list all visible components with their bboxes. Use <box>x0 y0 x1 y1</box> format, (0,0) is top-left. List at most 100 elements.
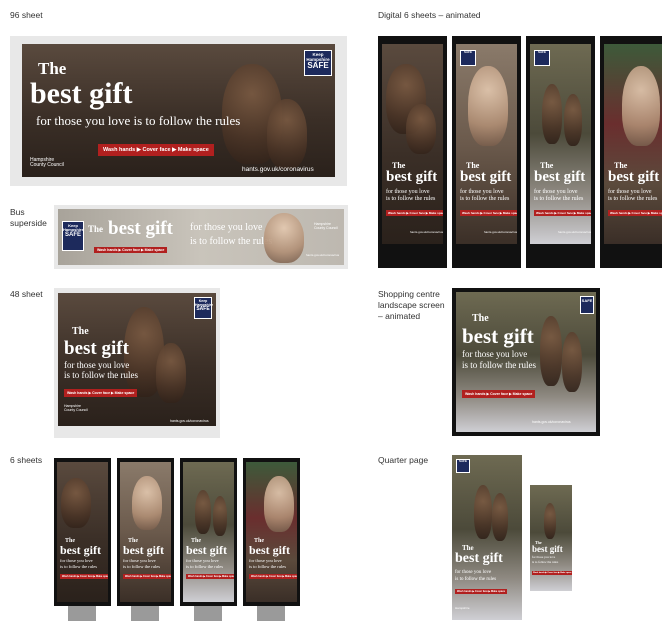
ad-subline-1: for those you love <box>460 189 504 195</box>
ad-subline-2: is to follow the rules <box>249 564 286 569</box>
child-figure <box>195 490 211 534</box>
ad-url: hants.gov.uk/coronavirus <box>532 420 571 424</box>
stand <box>194 606 222 621</box>
child-figure <box>156 343 186 403</box>
ad-subline-1: for those you love <box>186 558 219 563</box>
keep-hampshire-safe-logo: SAFE <box>456 459 470 473</box>
ad-subline-2: is to follow the rules <box>608 196 658 202</box>
stand <box>68 606 96 621</box>
child-figure <box>492 493 508 541</box>
96-sheet-frame: The best gift for those you love is to f… <box>10 36 347 186</box>
ad-headline-the: The <box>472 313 489 324</box>
ad-headline-best-gift: best gift <box>123 543 164 557</box>
ad-headline-the: The <box>88 224 104 234</box>
keep-hampshire-safe-logo: Keep Hampshire SAFE <box>62 221 84 251</box>
ad-subline-2: is to follow the rules <box>532 560 559 564</box>
child-figure <box>540 316 562 386</box>
digital-screen-2: SAFE The best gift for those you love is… <box>452 36 521 268</box>
ad-headline-best-gift: best gift <box>455 551 503 566</box>
quarter-page-large: SAFE The best gift for those you love is… <box>452 455 522 620</box>
ad-headline-best-gift: best gift <box>60 543 101 557</box>
digital-screen-1: The best gift for those you love is to f… <box>378 36 447 268</box>
keep-hampshire-safe-logo: Keep Hampshire SAFE <box>194 297 213 319</box>
ad-headline-the: The <box>38 59 67 78</box>
child-figure <box>267 99 307 169</box>
ad-headline-best-gift: best gift <box>460 169 512 185</box>
logo-safe: SAFE <box>463 50 472 54</box>
digital-ad-2: SAFE The best gift for those you love is… <box>456 44 517 244</box>
shopping-centre-ad: The best gift for those you love is to f… <box>456 292 596 432</box>
ad-url: hants.gov.uk/coronavirus <box>242 166 314 173</box>
ad-headline-the: The <box>72 326 89 337</box>
grandparent-figure <box>468 66 508 146</box>
logo-safe: SAFE <box>581 298 593 303</box>
6-sheet-ad-3: The best gift for those you love is to f… <box>183 462 234 602</box>
ad-subline-1: for those you love <box>123 558 156 563</box>
rules-bar: Wash hands ▶ Cover face ▶ Make space <box>249 574 297 579</box>
ad-subline-1: for those you love <box>608 189 652 195</box>
keep-hampshire-safe-logo: Keep Hampshire SAFE <box>304 50 332 76</box>
ad-subline-2: is to follow the rules <box>123 564 160 569</box>
bus-superside-ad: Keep Hampshire SAFE The best gift for th… <box>58 209 344 265</box>
ad-url: hants.gov.uk/coronavirus <box>484 230 517 234</box>
ad-subline-2: is to follow the rules <box>455 577 497 582</box>
rules-bar: Wash hands ▶ Cover face ▶ Make space <box>64 389 138 397</box>
ad-subline-1: for those you love <box>190 222 263 233</box>
rules-bar: Wash hands ▶ Cover face ▶ Make space <box>532 571 572 575</box>
digital-screen-4: The best gift for those you love is to f… <box>600 36 662 268</box>
48-sheet-ad: The best gift for those you love is to f… <box>58 293 216 426</box>
label-bus-superside: superside <box>10 218 47 228</box>
rules-bar: Wash hands ▶ Cover face ▶ Make space <box>123 574 171 579</box>
ad-subline-1: for those you love <box>534 189 578 195</box>
ad-url: hants.gov.uk/coronavirus <box>410 230 443 234</box>
child-figure <box>213 496 227 536</box>
council-name: Hampshire <box>455 606 470 610</box>
6-sheet-ad-1: The best gift for those you love is to f… <box>57 462 108 602</box>
6-sheet-ad-2: The best gift for those you love is to f… <box>120 462 171 602</box>
6-sheet-2: The best gift for those you love is to f… <box>117 458 174 606</box>
ad-headline-best-gift: best gift <box>462 324 534 348</box>
48-sheet-frame: The best gift for those you love is to f… <box>54 288 220 438</box>
logo-safe: SAFE <box>196 306 210 312</box>
rules-bar: Wash hands ▶ Cover face ▶ Make space <box>462 390 536 398</box>
96-sheet-ad: The best gift for those you love is to f… <box>22 44 335 177</box>
label-48-sheet: 48 sheet <box>10 289 43 299</box>
keep-hampshire-safe-logo: SAFE <box>580 296 594 314</box>
ad-headline-best-gift: best gift <box>249 543 290 557</box>
ad-subline-2: is to follow the rules <box>386 196 436 202</box>
council-logo: Hampshire County Council <box>30 158 64 168</box>
quarter-page-small: The best gift for those you love is to f… <box>530 485 572 591</box>
ad-subline-1: for those you love <box>532 555 556 559</box>
ad-subline-2: is to follow the rules <box>190 236 273 247</box>
ad-headline-best-gift: best gift <box>30 77 133 110</box>
label-landscape-screen: landscape screen <box>378 300 445 310</box>
logo-safe: SAFE <box>307 61 329 70</box>
ad-headline-best-gift: best gift <box>186 543 227 557</box>
digital-ad-1: The best gift for those you love is to f… <box>382 44 443 244</box>
label-bus: Bus <box>10 207 25 217</box>
ad-subline-1: for those you love <box>60 558 93 563</box>
label-quarter-page: Quarter page <box>378 455 429 465</box>
rules-bar: Wash hands ▶ Cover face ▶ Make space <box>534 210 591 216</box>
rules-bar: Wash hands ▶ Cover face ▶ Make space <box>94 247 168 253</box>
ad-subline-2: is to follow the rules <box>60 564 97 569</box>
label-animated: – animated <box>378 311 421 321</box>
stand <box>257 606 285 621</box>
ad-headline-best-gift: best gift <box>534 169 586 185</box>
rules-bar: Wash hands ▶ Cover face ▶ Make space <box>60 574 108 579</box>
grandparent-figure <box>132 476 162 530</box>
rules-bar: Wash hands ▶ Cover face ▶ Make space <box>608 210 662 216</box>
ad-url: hants.gov.uk/coronavirus <box>558 230 591 234</box>
digital-screen-3: SAFE The best gift for those you love is… <box>526 36 595 268</box>
ad-subline-2: is to follow the rules <box>64 370 138 380</box>
woman-figure <box>622 66 660 146</box>
child-figure <box>544 503 556 539</box>
shopping-centre-screen: The best gift for those you love is to f… <box>452 288 600 436</box>
child-figure <box>562 332 582 392</box>
label-6-sheets: 6 sheets <box>10 455 43 465</box>
digital-ad-4: The best gift for those you love is to f… <box>604 44 662 244</box>
child-figure <box>564 94 582 146</box>
ad-subline-1: for those you love <box>455 570 492 575</box>
stand <box>131 606 159 621</box>
child-figure <box>542 84 562 144</box>
